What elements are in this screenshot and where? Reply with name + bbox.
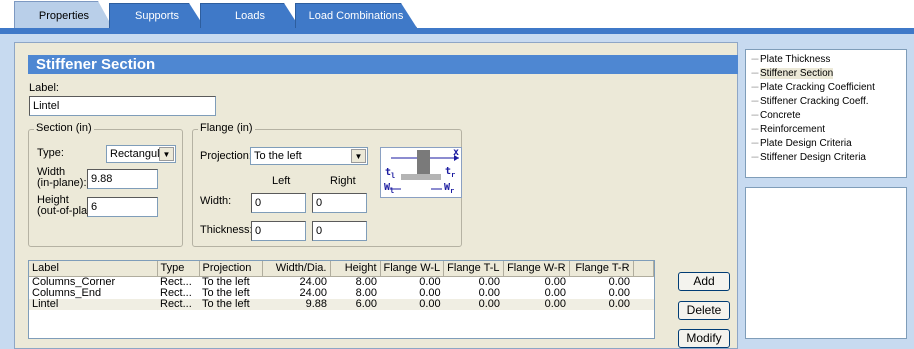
type-label: Type: — [37, 147, 64, 159]
cell-type: Rect... — [157, 298, 199, 310]
tree-item-stiffener-design-criteria[interactable]: --- Stiffener Design Criteria — [751, 152, 866, 163]
table-header-row: Label Type Projection Width/Dia. Height … — [29, 261, 655, 277]
tab-properties[interactable]: Properties — [14, 1, 114, 30]
right-column-header: Right — [330, 175, 356, 187]
cell-label: Columns_End — [32, 286, 102, 299]
col-header-type[interactable]: Type — [157, 261, 200, 277]
chevron-down-icon[interactable]: ▼ — [159, 147, 174, 161]
cell-projection: To the left — [199, 298, 262, 310]
flange-thickness-left-input[interactable] — [251, 221, 306, 241]
flange-diagram: x tl tr Wl Wr — [380, 147, 462, 198]
wr-label: Wr — [444, 182, 455, 195]
col-header-width[interactable]: Width/Dia. — [262, 261, 331, 277]
label-input[interactable] — [29, 96, 216, 116]
tree-item-concrete[interactable]: --- Concrete — [751, 110, 801, 121]
left-column-header: Left — [272, 175, 291, 187]
flange-thickness-label: Thickness: — [200, 224, 253, 236]
tab-loads[interactable]: Loads — [200, 3, 300, 28]
stiffener-table[interactable]: Label Type Projection Width/Dia. Height … — [28, 260, 655, 339]
cell-flange-wr: 0.00 — [544, 286, 567, 299]
cell-flange-wr: 0.00 — [503, 298, 570, 310]
flange-thickness-right-input[interactable] — [312, 221, 367, 241]
flange-width-left-input[interactable] — [251, 193, 306, 213]
detail-panel — [745, 187, 907, 339]
cell-flange-wl: 0.00 — [380, 298, 444, 310]
cell-flange-tr: 0.00 — [608, 275, 631, 288]
cell-type: Rect... — [160, 286, 192, 299]
tree-item-stiffener-section[interactable]: --- Stiffener Section — [751, 68, 834, 79]
projection-value: To the left — [254, 150, 302, 162]
tab-supports[interactable]: Supports — [109, 3, 205, 28]
tr-label: tr — [445, 166, 456, 179]
cell-flange-tl: 0.00 — [478, 275, 501, 288]
cell-projection: To the left — [202, 286, 250, 299]
cell-label: Lintel — [29, 298, 157, 310]
cell-flange-wl: 0.00 — [419, 275, 441, 288]
add-button[interactable]: Add — [678, 272, 730, 291]
height-input[interactable] — [87, 197, 158, 217]
cell-flange-tr: 0.00 — [608, 286, 631, 299]
x-axis-label: x — [453, 147, 460, 158]
cell-flange-wl: 0.00 — [419, 286, 441, 299]
tree-item-plate-thickness[interactable]: --- Plate Thickness — [751, 54, 830, 65]
cell-width: 24.00 — [299, 286, 327, 299]
col-header-projection[interactable]: Projection — [199, 261, 263, 277]
cell-flange-tl: 0.00 — [478, 286, 501, 299]
chevron-down-icon[interactable]: ▼ — [351, 149, 366, 163]
width-input[interactable] — [87, 169, 158, 189]
type-dropdown[interactable]: Rectangular ▼ — [106, 145, 176, 163]
section-group-title: Section (in) — [34, 122, 94, 134]
flange-width-right-input[interactable] — [312, 193, 367, 213]
col-header-label[interactable]: Label — [29, 261, 158, 277]
col-header-flange-wl[interactable]: Flange W-L — [380, 261, 445, 277]
cell-type: Rect... — [160, 275, 192, 288]
col-header-height[interactable]: Height — [330, 261, 381, 277]
cell-height: 8.00 — [355, 286, 377, 299]
flange-width-label: Width: — [200, 195, 232, 207]
col-header-flange-tl[interactable]: Flange T-L — [443, 261, 504, 277]
col-header-flange-tr[interactable]: Flange T-R — [569, 261, 634, 277]
wl-label: Wl — [384, 182, 395, 195]
projection-label: Projection: — [200, 150, 252, 162]
cell-flange-wr: 0.00 — [544, 275, 567, 288]
cell-projection: To the left — [202, 275, 250, 288]
table-row-selected[interactable]: Lintel Rect... To the left 9.88 6.00 0.0… — [29, 298, 654, 310]
tree-item-plate-cracking-coefficient[interactable]: --- Plate Cracking Coefficient — [751, 82, 875, 93]
projection-dropdown[interactable]: To the left ▼ — [250, 147, 368, 165]
cell-width: 24.00 — [299, 275, 327, 288]
col-header-filler — [633, 261, 655, 277]
tree-item-plate-design-criteria[interactable]: --- Plate Design Criteria — [751, 138, 852, 149]
flange-group-title: Flange (in) — [198, 122, 255, 134]
delete-button[interactable]: Delete — [678, 301, 730, 320]
tree-item-stiffener-cracking-coeff[interactable]: --- Stiffener Cracking Coeff. — [751, 96, 869, 107]
tree-item-reinforcement[interactable]: --- Reinforcement — [751, 124, 825, 135]
cell-height: 8.00 — [355, 275, 377, 288]
label-caption: Label: — [29, 82, 59, 94]
property-tree: --- Plate Thickness --- Stiffener Section … — [745, 49, 907, 178]
cell-width: 9.88 — [262, 298, 330, 310]
table-row[interactable]: Columns_End Rect... To the left 24.00 8.… — [29, 286, 654, 299]
cell-flange-tl: 0.00 — [443, 298, 504, 310]
section-title: Stiffener Section — [28, 55, 738, 74]
col-header-flange-wr[interactable]: Flange W-R — [503, 261, 570, 277]
width-label: Width (in-plane): — [37, 166, 87, 189]
table-row[interactable]: Columns_Corner Rect... To the left 24.00… — [29, 276, 654, 288]
cell-height: 6.00 — [330, 298, 380, 310]
modify-button[interactable]: Modify — [678, 329, 730, 348]
tl-label: tl — [385, 167, 396, 180]
cell-flange-tr: 0.00 — [569, 298, 634, 310]
tab-load-combinations[interactable]: Load Combinations — [295, 3, 417, 28]
cell-label: Columns_Corner — [32, 275, 116, 288]
